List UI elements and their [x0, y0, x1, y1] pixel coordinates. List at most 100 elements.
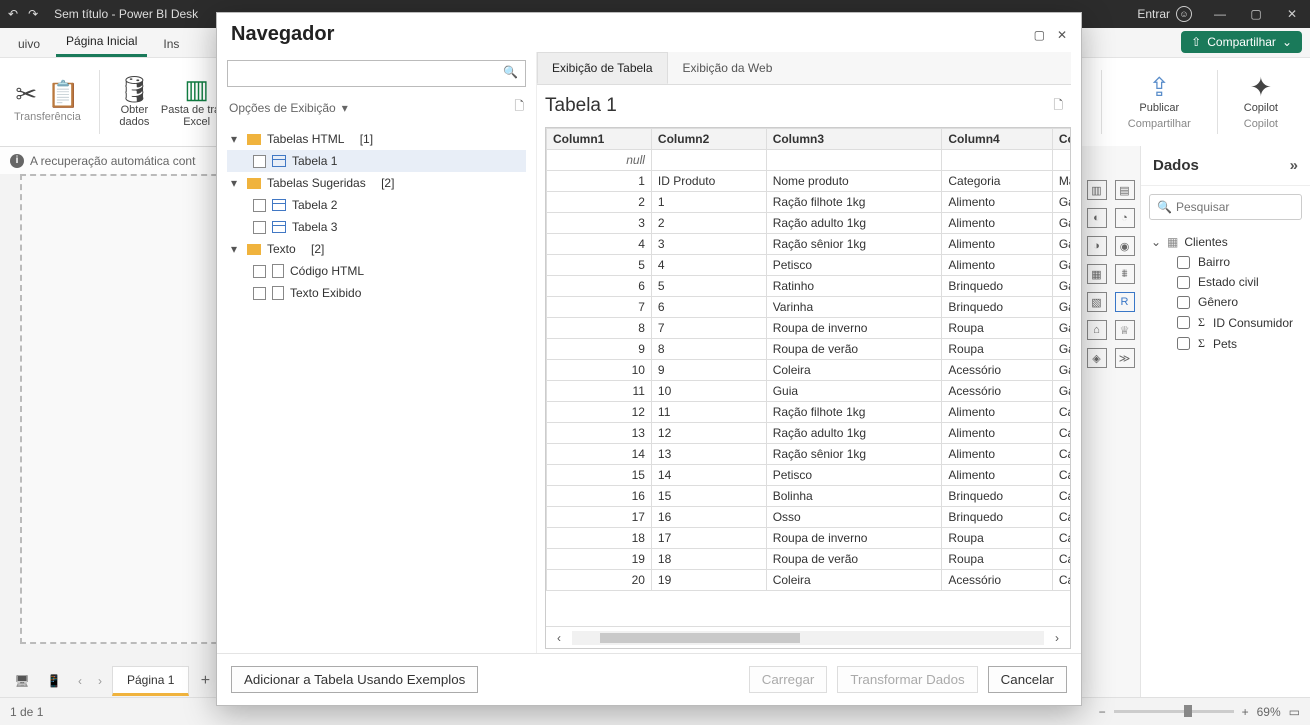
- viz-icon[interactable]: ◐: [1087, 208, 1107, 228]
- checkbox[interactable]: [253, 199, 266, 212]
- cancel-button[interactable]: Cancelar: [988, 666, 1067, 693]
- table-row[interactable]: 1413Ração sênior 1kgAlimentoCachorrito: [547, 444, 1071, 465]
- minimize-icon[interactable]: —: [1202, 0, 1238, 28]
- field-id-consumidor[interactable]: ΣID Consumidor: [1151, 312, 1302, 333]
- node-tabela-1[interactable]: Tabela 1: [227, 150, 526, 172]
- fit-to-page-icon[interactable]: ▭: [1289, 705, 1300, 719]
- table-row[interactable]: 21Ração filhote 1kgAlimentoGatito: [547, 192, 1071, 213]
- table-node-clientes[interactable]: ⌄ ▦ Clientes: [1151, 232, 1302, 252]
- checkbox[interactable]: [253, 287, 266, 300]
- navigator-search-input[interactable]: [227, 60, 526, 87]
- insert-tab[interactable]: Ins: [153, 31, 189, 57]
- expand-icon[interactable]: »: [1290, 157, 1298, 174]
- get-data-button[interactable]: 🛢 Obter dados: [118, 76, 151, 128]
- display-options[interactable]: Opções de Exibição ▾ 🗋: [227, 93, 526, 122]
- add-table-examples-button[interactable]: Adicionar a Tabela Usando Exemplos: [231, 666, 478, 693]
- viz-icon[interactable]: ◔: [1115, 208, 1135, 228]
- share-button[interactable]: ⇧ Compartilhar ⌄: [1181, 31, 1302, 53]
- table-row[interactable]: null: [547, 150, 1071, 171]
- node-html-tables[interactable]: ▾ Tabelas HTML [1]: [227, 128, 526, 150]
- maximize-icon[interactable]: ▢: [1238, 0, 1274, 28]
- table-row[interactable]: 32Ração adulto 1kgAlimentoGatito: [547, 213, 1071, 234]
- page-tab-1[interactable]: Página 1: [112, 666, 189, 696]
- viz-icon[interactable]: ♕: [1115, 320, 1135, 340]
- table-row[interactable]: 87Roupa de invernoRoupaGatito: [547, 318, 1071, 339]
- viz-icon[interactable]: ◉: [1115, 236, 1135, 256]
- next-page-icon[interactable]: ›: [92, 674, 108, 688]
- file-tab[interactable]: uivo: [8, 31, 50, 57]
- viz-icon[interactable]: ▧: [1087, 292, 1107, 312]
- close-icon[interactable]: ✕: [1274, 0, 1310, 28]
- refresh-icon[interactable]: 🗋: [514, 97, 524, 118]
- table-row[interactable]: 98Roupa de verãoRoupaGatito: [547, 339, 1071, 360]
- viz-icon[interactable]: ▦: [1087, 264, 1107, 284]
- checkbox[interactable]: [253, 265, 266, 278]
- redo-icon[interactable]: ↷: [28, 7, 38, 21]
- table-row[interactable]: 1312Ração adulto 1kgAlimentoCachorrito: [547, 423, 1071, 444]
- table-row[interactable]: 2019ColeiraAcessórioCachorrito: [547, 570, 1071, 591]
- dialog-maximize-icon[interactable]: ▢: [1034, 28, 1045, 42]
- field-estado-civil[interactable]: Estado civil: [1151, 272, 1302, 292]
- undo-icon[interactable]: ↶: [8, 7, 18, 21]
- viz-icon[interactable]: ▤: [1115, 180, 1135, 200]
- horizontal-scrollbar[interactable]: ‹ ›: [546, 626, 1070, 648]
- field-pets[interactable]: ΣPets: [1151, 333, 1302, 354]
- prev-page-icon[interactable]: ‹: [72, 674, 88, 688]
- column-header[interactable]: Column3: [766, 129, 942, 150]
- table-row[interactable]: 76VarinhaBrinquedoGatito: [547, 297, 1071, 318]
- viz-icon[interactable]: ◑: [1087, 236, 1107, 256]
- zoom-out-icon[interactable]: −: [1099, 705, 1106, 719]
- fields-search[interactable]: 🔍: [1149, 194, 1302, 220]
- viz-icon[interactable]: ▥: [1087, 180, 1107, 200]
- table-row[interactable]: 1918Roupa de verãoRoupaCachorrito: [547, 549, 1071, 570]
- tab-web-view[interactable]: Exibição da Web: [668, 52, 788, 84]
- scroll-right-icon[interactable]: ›: [1048, 631, 1066, 645]
- cut-icon[interactable]: ✂: [15, 81, 37, 107]
- table-row[interactable]: 1716OssoBrinquedoCachorrito: [547, 507, 1071, 528]
- copilot-button[interactable]: ✦ Copilot: [1244, 74, 1278, 114]
- viz-icon[interactable]: ⩩: [1115, 264, 1135, 284]
- node-tabela-3[interactable]: Tabela 3: [227, 216, 526, 238]
- table-row[interactable]: 65RatinhoBrinquedoGatito: [547, 276, 1071, 297]
- paste-icon[interactable]: 📋: [47, 81, 79, 107]
- field-bairro[interactable]: Bairro: [1151, 252, 1302, 272]
- navigator-search[interactable]: 🔍: [227, 60, 526, 87]
- home-tab[interactable]: Página Inicial: [56, 28, 147, 57]
- viz-icon[interactable]: R: [1115, 292, 1135, 312]
- desktop-view-icon[interactable]: 🖥: [8, 670, 36, 692]
- sign-in-button[interactable]: Entrar ☺: [1137, 6, 1192, 22]
- checkbox[interactable]: [253, 155, 266, 168]
- column-header[interactable]: Column2: [651, 129, 766, 150]
- zoom-in-icon[interactable]: +: [1242, 705, 1249, 719]
- viz-icon[interactable]: ⌂: [1087, 320, 1107, 340]
- dialog-close-icon[interactable]: ✕: [1057, 28, 1067, 42]
- scroll-left-icon[interactable]: ‹: [550, 631, 568, 645]
- add-page-button[interactable]: +: [193, 672, 217, 690]
- node-texto-exibido[interactable]: Texto Exibido: [227, 282, 526, 304]
- table-row[interactable]: 1211Ração filhote 1kgAlimentoCachorrito: [547, 402, 1071, 423]
- preview-grid[interactable]: Column1Column2Column3Column4Column5C nul…: [546, 128, 1070, 626]
- field-genero[interactable]: Gênero: [1151, 292, 1302, 312]
- mobile-view-icon[interactable]: 📱: [40, 670, 68, 692]
- table-row[interactable]: 1615BolinhaBrinquedoCachorrito: [547, 486, 1071, 507]
- table-row[interactable]: 1ID ProdutoNome produtoCategoriaMarca: [547, 171, 1071, 192]
- table-row[interactable]: 1514PetiscoAlimentoCachorrito: [547, 465, 1071, 486]
- publish-button[interactable]: ⇪ Publicar: [1139, 74, 1179, 114]
- table-row[interactable]: 54PetiscoAlimentoGatito: [547, 255, 1071, 276]
- column-header[interactable]: Column1: [547, 129, 652, 150]
- table-row[interactable]: 43Ração sênior 1kgAlimentoGatito: [547, 234, 1071, 255]
- zoom-slider[interactable]: [1114, 710, 1234, 713]
- viz-icon[interactable]: ≫: [1115, 348, 1135, 368]
- node-suggested-tables[interactable]: ▾ Tabelas Sugeridas [2]: [227, 172, 526, 194]
- viz-icon[interactable]: ◈: [1087, 348, 1107, 368]
- checkbox[interactable]: [253, 221, 266, 234]
- node-tabela-2[interactable]: Tabela 2: [227, 194, 526, 216]
- node-text[interactable]: ▾ Texto [2]: [227, 238, 526, 260]
- column-header[interactable]: Column4: [942, 129, 1052, 150]
- table-row[interactable]: 1110GuiaAcessórioGatito: [547, 381, 1071, 402]
- refresh-preview-icon[interactable]: 🗋: [1053, 96, 1063, 117]
- table-row[interactable]: 109ColeiraAcessórioGatito: [547, 360, 1071, 381]
- table-row[interactable]: 1817Roupa de invernoRoupaCachorrito: [547, 528, 1071, 549]
- tab-table-view[interactable]: Exibição de Tabela: [537, 52, 668, 84]
- node-codigo-html[interactable]: Código HTML: [227, 260, 526, 282]
